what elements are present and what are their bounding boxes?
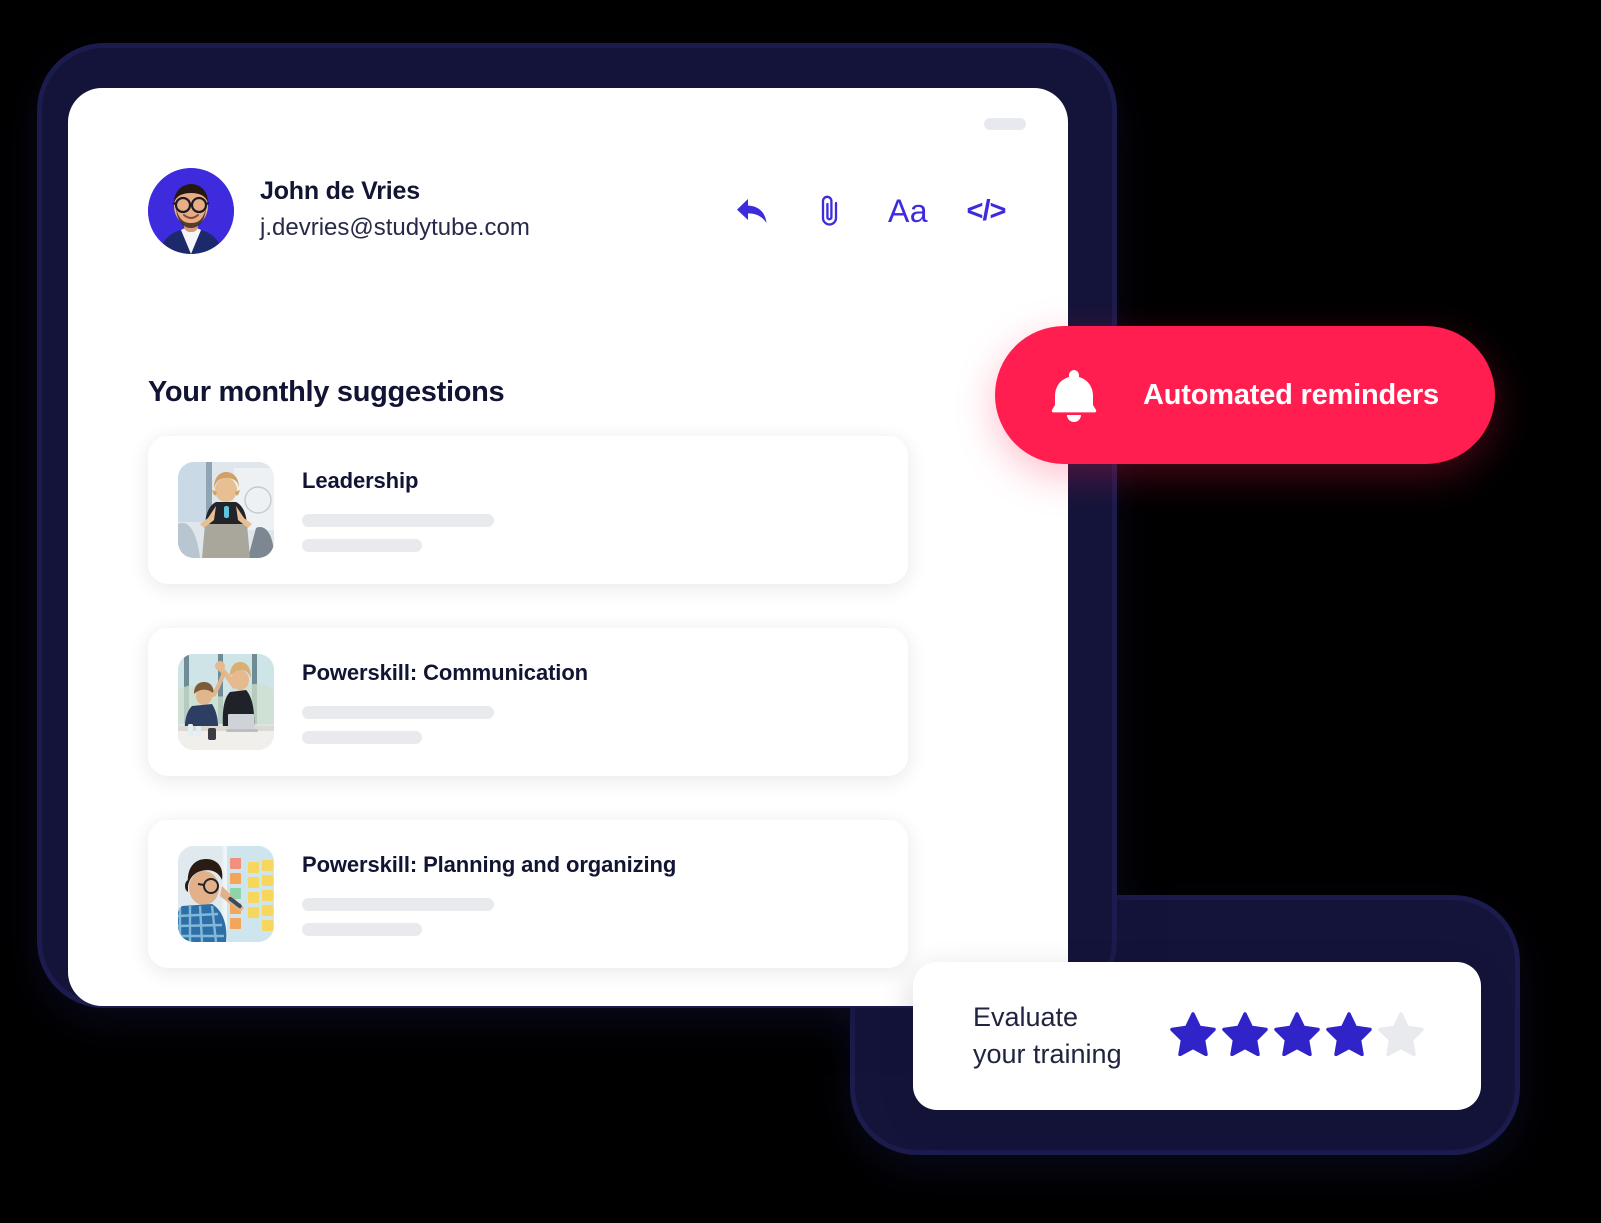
- sender-name: John de Vries: [260, 177, 420, 206]
- list-item[interactable]: Powerskill: Planning and organizing: [148, 820, 908, 968]
- automated-reminders-badge[interactable]: Automated reminders: [995, 326, 1495, 464]
- rating-label: Evaluate your training: [973, 999, 1122, 1072]
- reminder-label: Automated reminders: [1143, 378, 1439, 411]
- code-button[interactable]: </>: [966, 191, 1007, 231]
- placeholder-bar: [302, 731, 422, 744]
- placeholder-bar: [302, 539, 422, 552]
- list-item[interactable]: Leadership: [148, 436, 908, 584]
- page-title: Your monthly suggestions: [148, 376, 505, 408]
- placeholder-bar: [302, 514, 494, 527]
- star-icon-2[interactable]: [1221, 1011, 1268, 1061]
- attachment-icon: [818, 194, 842, 228]
- text-format-button[interactable]: Aa: [888, 191, 928, 231]
- suggestion-list: Leadership Powerskill: Communication Pow…: [148, 436, 908, 1006]
- rating-card[interactable]: Evaluate your training: [913, 962, 1481, 1110]
- course-title: Powerskill: Communication: [302, 660, 588, 685]
- reply-icon: [735, 196, 769, 226]
- rating-label-line2: your training: [973, 1039, 1122, 1069]
- star-rating[interactable]: [1169, 1011, 1424, 1061]
- placeholder-bar: [302, 898, 494, 911]
- mail-toolbar: Aa </>: [732, 191, 1006, 231]
- rating-label-line1: Evaluate: [973, 1002, 1079, 1033]
- speaker-pill: [984, 118, 1026, 130]
- card-body: Powerskill: Planning and organizing: [302, 852, 878, 936]
- bell-icon: [1047, 366, 1101, 424]
- mail-header: John de Vries j.devries@studytube.com Aa…: [148, 168, 1006, 254]
- code-icon: </>: [966, 194, 1007, 227]
- composition-stage: John de Vries j.devries@studytube.com Aa…: [0, 0, 1601, 1223]
- placeholder-bar: [302, 706, 494, 719]
- reply-button[interactable]: [732, 191, 772, 231]
- list-item[interactable]: Powerskill: Communication: [148, 628, 908, 776]
- star-icon-4[interactable]: [1325, 1011, 1372, 1061]
- course-thumbnail-leadership: [178, 462, 274, 558]
- course-title: Powerskill: Planning and organizing: [302, 852, 677, 877]
- placeholder-bar: [302, 923, 422, 936]
- star-icon-5[interactable]: [1377, 1011, 1424, 1061]
- course-title: Leadership: [302, 468, 419, 493]
- attachment-button[interactable]: [810, 191, 850, 231]
- star-icon-3[interactable]: [1273, 1011, 1320, 1061]
- text-format-icon: Aa: [887, 193, 929, 229]
- card-body: Powerskill: Communication: [302, 660, 878, 744]
- sender-email: j.devries@studytube.com: [260, 213, 530, 241]
- course-thumbnail-planning: [178, 846, 274, 942]
- avatar: [148, 168, 234, 254]
- app-screen: John de Vries j.devries@studytube.com Aa…: [68, 88, 1068, 1006]
- course-thumbnail-communication: [178, 654, 274, 750]
- star-icon-1[interactable]: [1169, 1011, 1216, 1061]
- card-body: Leadership: [302, 468, 878, 552]
- sender-identity: John de Vries j.devries@studytube.com: [260, 176, 732, 245]
